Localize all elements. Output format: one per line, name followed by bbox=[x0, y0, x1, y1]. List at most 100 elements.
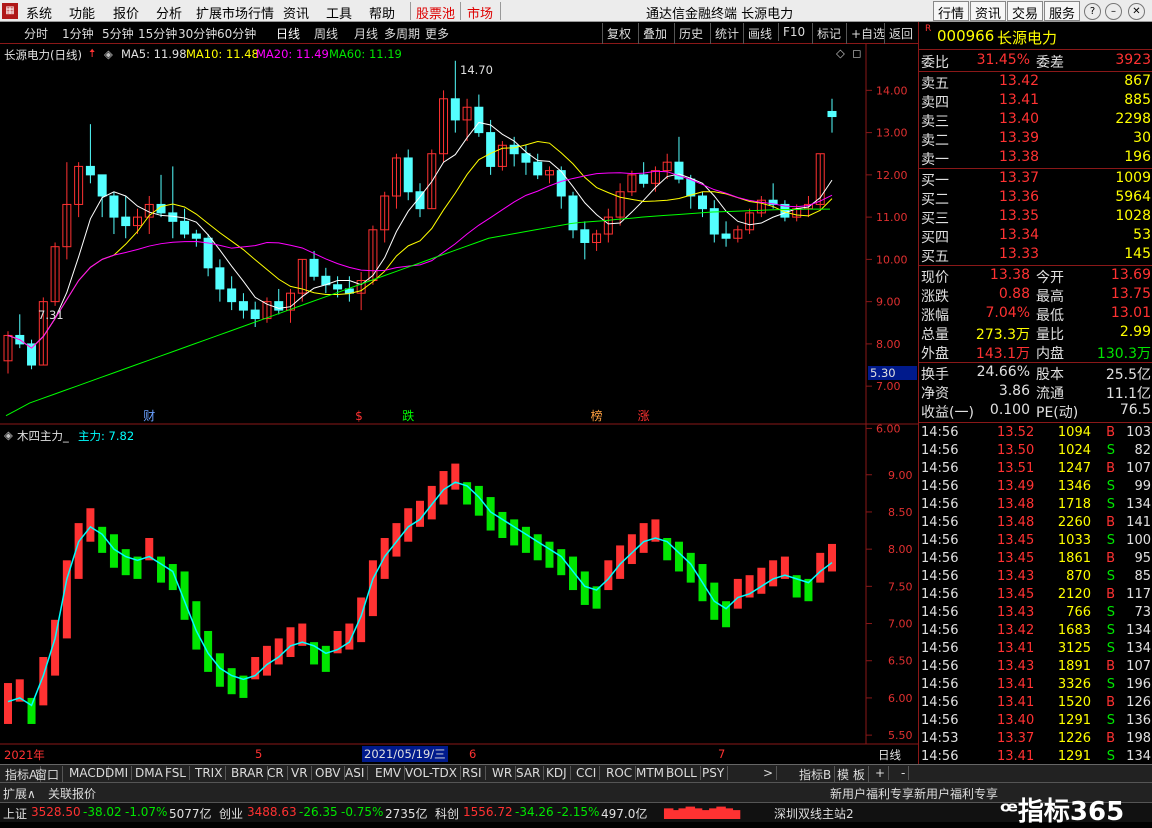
btn-quote[interactable]: 行情 bbox=[933, 1, 970, 22]
menu-stock-pool[interactable]: 股票池 bbox=[416, 3, 455, 22]
tick-cell: 13.48 bbox=[997, 515, 1035, 530]
indicator-right-0[interactable]: 指标B bbox=[796, 766, 836, 783]
indicator-tab-9[interactable]: VR bbox=[288, 766, 312, 780]
indicator-tab-3[interactable]: DMI bbox=[102, 766, 133, 780]
settings-icon[interactable]: ◈ bbox=[104, 47, 113, 61]
expand-icon[interactable]: ◻ bbox=[852, 46, 862, 60]
period-9[interactable]: 多周期 bbox=[384, 25, 420, 42]
menu-quote[interactable]: 报价 bbox=[113, 3, 139, 22]
candle bbox=[180, 220, 190, 235]
indicator-tab-6[interactable]: TRIX bbox=[192, 766, 227, 780]
period-8[interactable]: 月线 bbox=[354, 25, 378, 42]
period-toolbar: 分时 1分钟 5分钟 15分钟 30分钟 60分钟 日线 周线 月线 多周期 更多 复权 叠加 历史 统计画… bbox=[0, 22, 918, 44]
stat-row-cell: 涨幅 bbox=[921, 308, 949, 324]
index-cell[interactable]: 科创 bbox=[435, 805, 459, 822]
period-2[interactable]: 5分钟 bbox=[102, 25, 134, 42]
sub-bar bbox=[121, 549, 130, 576]
period-7[interactable]: 周线 bbox=[314, 25, 338, 42]
event-marker[interactable]: 榜 bbox=[591, 408, 603, 423]
menu-extended-market[interactable]: 扩展市场行情 bbox=[196, 3, 274, 22]
toolbar-right-1[interactable]: 叠加 bbox=[638, 23, 671, 44]
event-marker[interactable]: $ bbox=[355, 409, 363, 423]
menu-tools[interactable]: 工具 bbox=[326, 3, 352, 22]
indicator-tab-21[interactable]: BOLL bbox=[663, 766, 701, 780]
toolbar-right-8[interactable]: 返回 bbox=[884, 23, 917, 44]
menu-news[interactable]: 资讯 bbox=[283, 3, 309, 22]
y-tick: 6.00 bbox=[876, 422, 901, 435]
menu-analysis[interactable]: 分析 bbox=[156, 3, 182, 22]
period-10[interactable]: 更多 bbox=[425, 25, 449, 42]
indicator-tab-17[interactable]: KDJ bbox=[543, 766, 571, 780]
menu-system[interactable]: 系统 bbox=[26, 3, 52, 22]
indicator-tab-13[interactable]: VOL-TDX bbox=[402, 766, 461, 780]
chart-area[interactable]: 14.00 13.00 12.00 11.00 10.00 9.00 8.00 7.00 6.0… bbox=[0, 44, 918, 764]
indicator-tab-14[interactable]: RSI bbox=[459, 766, 486, 780]
promo-scroll[interactable]: 新用户福利专享新用户福利专享 bbox=[830, 785, 998, 802]
server-name[interactable]: 深圳双线主站2 bbox=[774, 805, 854, 822]
help-icon[interactable]: ? bbox=[1084, 3, 1101, 20]
toolbar-right-4[interactable]: 画线 bbox=[743, 23, 776, 44]
buy-row-cell: 买二 bbox=[921, 192, 949, 208]
weibi-row: 委比 31.45% 委差 3923 bbox=[919, 52, 1152, 71]
index-cell[interactable]: 上证 bbox=[3, 805, 27, 822]
indicator-right-3[interactable]: - bbox=[898, 766, 910, 780]
toolbar-right-2[interactable]: 历史 bbox=[674, 23, 707, 44]
x-axis-cursor-date: 2021/05/19/三 bbox=[362, 746, 448, 762]
sub-settings-icon[interactable]: ◈ bbox=[4, 428, 13, 442]
buy-row-cell: 13.37 bbox=[999, 170, 1040, 186]
indicator-tab-11[interactable]: ASI bbox=[342, 766, 369, 780]
stat-row: 总量 273.3万 量比 2.99 bbox=[919, 324, 1152, 343]
diamond-icon[interactable]: ◇ bbox=[836, 46, 845, 60]
buy-row-cell: 1009 bbox=[1115, 170, 1151, 186]
event-marker[interactable]: 跌 bbox=[402, 408, 414, 423]
tick-cell: 13.51 bbox=[997, 461, 1035, 476]
toolbar-right-5[interactable]: F10 bbox=[778, 23, 809, 41]
toolbar-right-3[interactable]: 统计 bbox=[710, 23, 743, 44]
btn-news[interactable]: 资讯 bbox=[970, 1, 1007, 22]
minimize-icon[interactable]: – bbox=[1105, 3, 1122, 20]
linked-quote[interactable]: 关联报价 bbox=[48, 785, 96, 802]
indicator-tab-22[interactable]: PSY bbox=[699, 766, 729, 780]
menu-help[interactable]: 帮助 bbox=[369, 3, 395, 22]
indicator-right-1[interactable]: 模 板 bbox=[834, 766, 869, 783]
indicator-tab-8[interactable]: CR bbox=[264, 766, 288, 780]
expand-toggle[interactable]: 扩展∧ bbox=[3, 785, 36, 802]
tick-cell: 870 bbox=[1066, 569, 1091, 584]
stat2-row-cell: 换手 bbox=[921, 367, 949, 383]
period-5[interactable]: 60分钟 bbox=[217, 25, 256, 42]
tick-cell: S bbox=[1106, 497, 1115, 512]
menu-bar: ▦ 系统 功能 报价 分析 扩展市场行情 资讯 工具 帮助 股票池 市场 通达信… bbox=[0, 0, 1152, 22]
index-cell[interactable]: 创业 bbox=[219, 805, 243, 822]
stat-row-cell: 涨跌 bbox=[921, 289, 949, 305]
indicator-tab-12[interactable]: EMV bbox=[372, 766, 406, 780]
x-axis-period[interactable]: 日线 bbox=[878, 747, 901, 763]
candle bbox=[309, 258, 319, 277]
period-6[interactable]: 日线 bbox=[276, 25, 300, 42]
period-1[interactable]: 1分钟 bbox=[62, 25, 94, 42]
indicator-tab-7[interactable]: BRAR bbox=[228, 766, 268, 780]
period-4[interactable]: 30分钟 bbox=[178, 25, 217, 42]
menu-function[interactable]: 功能 bbox=[69, 3, 95, 22]
btn-service[interactable]: 服务 bbox=[1044, 1, 1081, 22]
event-marker[interactable]: 财 bbox=[143, 409, 155, 423]
indicator-right-2[interactable]: + bbox=[872, 766, 890, 780]
indicator-tab-1[interactable]: 窗口 bbox=[32, 766, 64, 783]
toolbar-right-6[interactable]: 标记 bbox=[812, 23, 845, 44]
period-0[interactable]: 分时 bbox=[24, 25, 48, 42]
toolbar-right-0[interactable]: 复权 bbox=[602, 23, 635, 44]
btn-trade[interactable]: 交易 bbox=[1007, 1, 1044, 22]
event-marker[interactable]: 涨 bbox=[638, 408, 650, 423]
tab-scroll-right-icon[interactable]: > bbox=[760, 766, 778, 780]
period-3[interactable]: 15分钟 bbox=[138, 25, 177, 42]
toolbar-right-7[interactable]: +自选 bbox=[846, 23, 889, 44]
indicator-tab-5[interactable]: FSL bbox=[162, 766, 190, 780]
indicator-tab-18[interactable]: CCI bbox=[573, 766, 601, 780]
menu-market[interactable]: 市场 bbox=[467, 3, 493, 22]
kline-chart[interactable]: 14.00 13.00 12.00 11.00 10.00 9.00 8.00 7.00 6.0… bbox=[0, 44, 918, 764]
indicator-tab-10[interactable]: OBV bbox=[312, 766, 345, 780]
sub-bar bbox=[769, 560, 778, 587]
close-icon[interactable]: ✕ bbox=[1128, 3, 1145, 20]
indicator-tab-19[interactable]: ROC bbox=[603, 766, 637, 780]
indicator-tab-16[interactable]: SAR bbox=[513, 766, 545, 780]
sell-row-cell: 卖二 bbox=[921, 133, 949, 149]
